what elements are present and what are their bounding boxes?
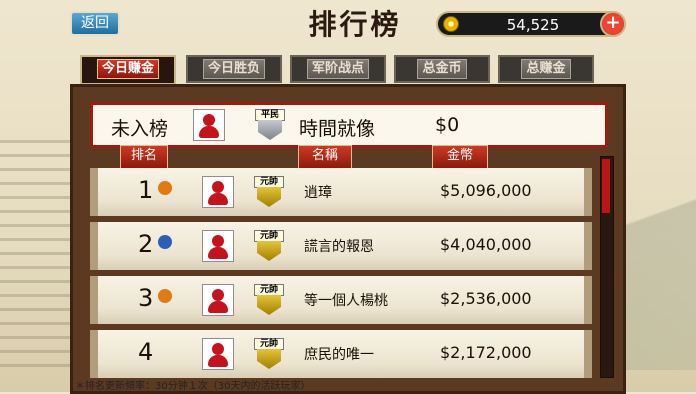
player-name: 逍璋 (304, 185, 332, 201)
coin-balance: 54,525 + (436, 11, 626, 37)
player-money: $5,096,000 (440, 181, 532, 200)
player-name: 庶民的唯一 (304, 347, 374, 363)
player-name: 謊言的報恩 (304, 239, 374, 255)
rank-number: 1 (138, 176, 154, 204)
scrollbar[interactable] (600, 156, 614, 378)
tab-total-earnings[interactable]: 总赚金 (498, 55, 594, 83)
money-column-header: 金幣 (432, 145, 488, 169)
avatar (202, 338, 234, 370)
player-money: $2,536,000 (440, 289, 532, 308)
rank-badge-icon: 元帥 (254, 284, 284, 316)
coin-value: 54,525 (506, 16, 560, 34)
my-rank-status: 未入榜 (111, 118, 169, 140)
avatar (202, 284, 234, 316)
rank-number: 3 (138, 284, 154, 312)
tab-today-earnings[interactable]: 今日赚金 (80, 55, 176, 85)
scroll-thumb[interactable] (602, 159, 610, 213)
add-coins-button[interactable]: + (600, 11, 626, 37)
my-name: 時間就像 (299, 118, 376, 140)
player-name: 等一個人楊桃 (304, 293, 388, 309)
castle-background (0, 140, 80, 370)
tab-label: 军阶战点 (306, 59, 369, 79)
rank-badge-icon: 元帥 (254, 338, 284, 370)
tab-label: 总金币 (417, 59, 467, 79)
update-note: ＊排名更新頻率：30分钟１次（30天内的活跃玩家） (75, 381, 311, 392)
leaderboard-row[interactable]: 2 元帥 謊言的報恩 $4,040,000 (90, 222, 592, 270)
avatar (202, 176, 234, 208)
tab-today-wins[interactable]: 今日胜负 (186, 55, 282, 83)
mountain-background (626, 150, 696, 370)
avatar (193, 109, 225, 141)
rank-badge-icon: 元帥 (254, 176, 284, 208)
tab-label: 总赚金 (521, 59, 571, 79)
my-money: $0 (435, 114, 460, 136)
leaderboard-row[interactable]: 4 元帥 庶民的唯一 $2,172,000 (90, 330, 592, 378)
medal-icon (158, 181, 172, 195)
name-column-header: 名稱 (298, 145, 352, 169)
back-button[interactable]: 返回 (70, 11, 120, 36)
player-money: $4,040,000 (440, 235, 532, 254)
tab-label: 今日赚金 (96, 59, 159, 79)
leaderboard-row[interactable]: 3 元帥 等一個人楊桃 $2,536,000 (90, 276, 592, 324)
coin-icon (443, 16, 459, 32)
medal-icon (158, 235, 172, 249)
avatar (202, 230, 234, 262)
tab-label: 今日胜负 (202, 59, 265, 79)
tab-military-rank[interactable]: 军阶战点 (290, 55, 386, 83)
rank-number: 2 (138, 230, 154, 258)
tab-total-coins[interactable]: 总金币 (394, 55, 490, 83)
my-rank-row: 未入榜 平民 時間就像 $0 (90, 102, 608, 148)
rank-column-header: 排名 (120, 145, 168, 169)
rank-badge-icon: 元帥 (254, 230, 284, 262)
rank-badge-icon: 平民 (255, 109, 285, 141)
page-title: 排行榜 (308, 8, 402, 41)
player-money: $2,172,000 (440, 343, 532, 362)
medal-icon (158, 289, 172, 303)
rank-number: 4 (138, 338, 154, 366)
leaderboard-row[interactable]: 1 元帥 逍璋 $5,096,000 (90, 168, 592, 216)
